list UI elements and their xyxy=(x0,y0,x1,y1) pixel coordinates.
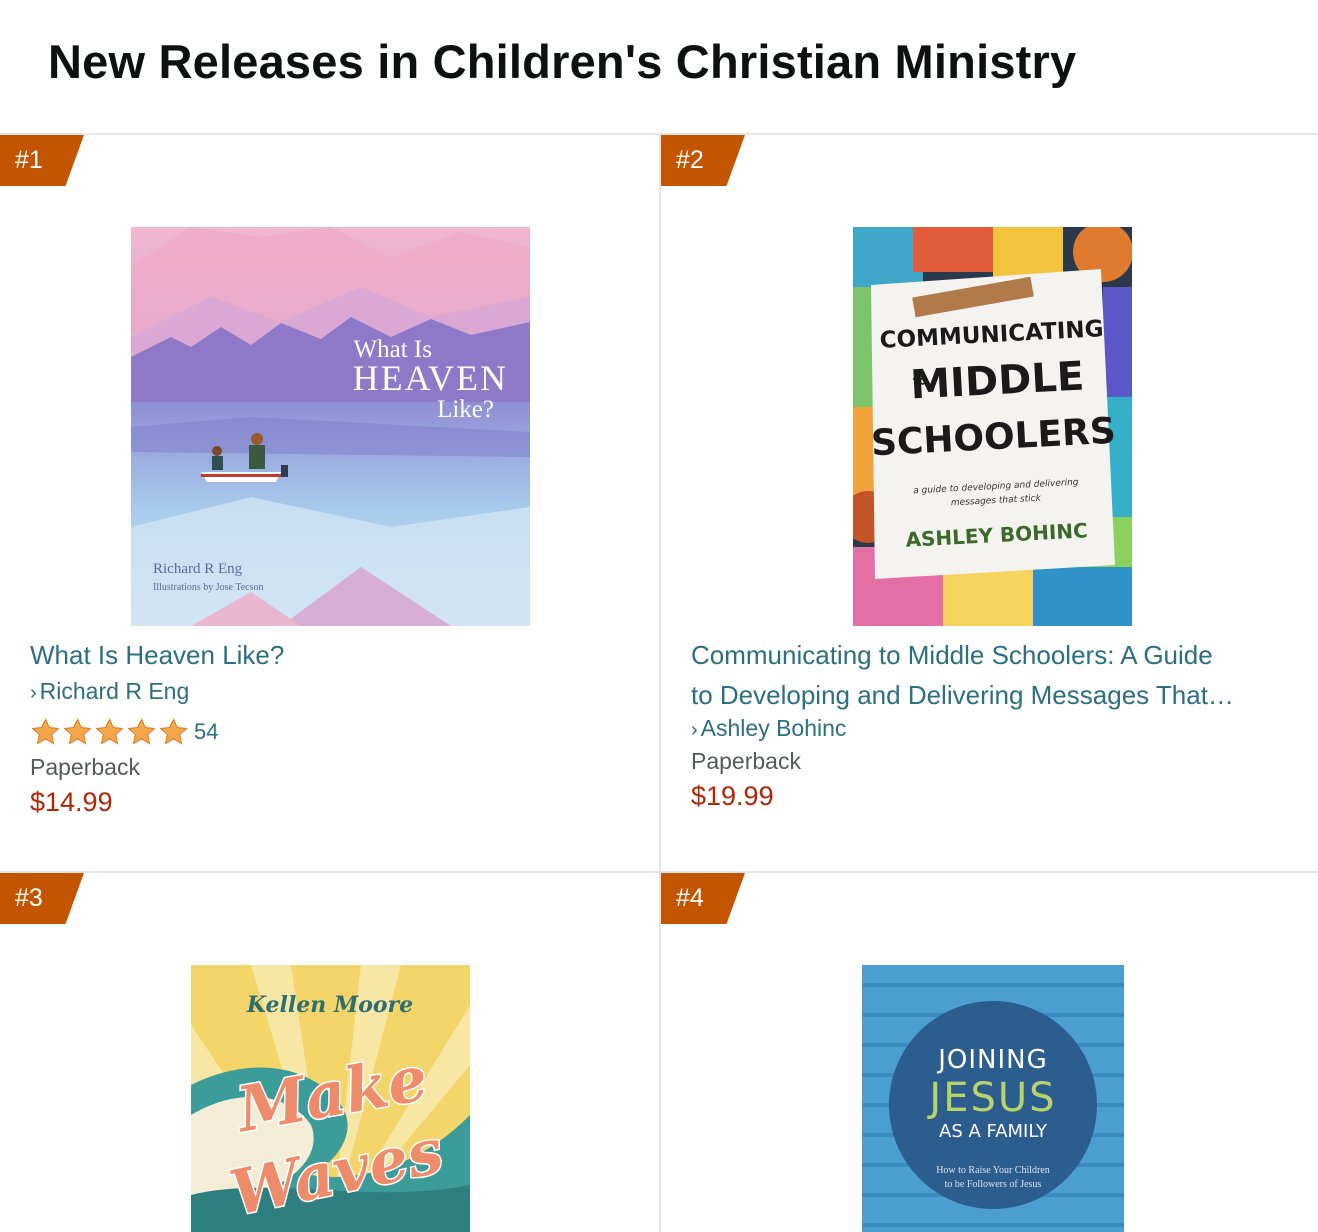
rank-badge: #2 xyxy=(661,135,745,186)
star-rating xyxy=(30,717,189,747)
book-cover-image[interactable]: What Is HEAVEN Like? Richard R Eng Illus… xyxy=(131,227,530,626)
star-icon xyxy=(127,718,156,745)
product-title-line1: Communicating to Middle Schoolers: A Gui… xyxy=(691,640,1213,670)
rank-badge: #1 xyxy=(0,135,84,186)
page-title: New Releases in Children's Christian Min… xyxy=(48,35,1077,88)
product-card-1: #1 What Is HEAVEN Like? Richard R Eng Il… xyxy=(0,135,659,871)
cover-title-line2: JESUS xyxy=(926,1075,1056,1121)
product-title-link[interactable]: What Is Heaven Like? xyxy=(30,635,284,675)
product-card-3: #3 Kellen Moore Make Waves xyxy=(0,873,659,1232)
book-cover-image[interactable]: COMMUNICATING to MIDDLE SCHOOLERS a guid… xyxy=(853,227,1132,626)
star-icon xyxy=(31,718,60,745)
book-cover-image[interactable]: Kellen Moore Make Waves xyxy=(191,965,470,1232)
cover-subtitle-line1: How to Raise Your Children xyxy=(936,1165,1050,1176)
cover-title-line3: AS A FAMILY xyxy=(939,1121,1048,1142)
star-icon xyxy=(63,718,92,745)
cover-illustrator: Illustrations by Jose Tecson xyxy=(153,582,264,593)
book-cover-image[interactable]: JOINING JESUS AS A FAMILY How to Raise Y… xyxy=(862,965,1124,1232)
cover-author: Richard R Eng xyxy=(153,561,243,577)
product-title-link[interactable]: Communicating to Middle Schoolers: A Gui… xyxy=(691,635,1234,715)
product-card-2: #2 COMMUNICATING to MIDDLE SCHOOLERS a g… xyxy=(661,135,1318,871)
cover-art-joining-jesus-as-a-family: JOINING JESUS AS A FAMILY How to Raise Y… xyxy=(862,965,1124,1232)
format-label: Paperback xyxy=(30,754,140,780)
price: $19.99 xyxy=(691,781,774,811)
author-name: Ashley Bohinc xyxy=(700,715,847,741)
cover-title-line3: Like? xyxy=(437,396,494,423)
product-card-4: #4 JOINING JESUS AS A FAMILY How to Rais… xyxy=(661,873,1318,1232)
chevron-right-icon: › xyxy=(691,719,698,741)
price: $14.99 xyxy=(30,787,113,817)
chevron-right-icon: › xyxy=(30,682,37,704)
cover-title-line1: JOINING xyxy=(936,1045,1048,1075)
rating-row[interactable]: 54 xyxy=(30,716,218,748)
star-icon xyxy=(159,718,188,745)
author-name: Richard R Eng xyxy=(39,678,190,704)
cover-subtitle-line2: to be Followers of Jesus xyxy=(945,1179,1042,1190)
rank-badge: #3 xyxy=(0,873,84,924)
rating-count[interactable]: 54 xyxy=(194,719,218,745)
author-link[interactable]: › Ashley Bohinc xyxy=(691,715,846,742)
format-label: Paperback xyxy=(691,748,801,774)
star-icon xyxy=(95,718,124,745)
cover-art-communicating-to-middle-schoolers: COMMUNICATING to MIDDLE SCHOOLERS a guid… xyxy=(853,227,1132,626)
cover-art-make-waves: Kellen Moore Make Waves xyxy=(191,965,470,1232)
rank-badge: #4 xyxy=(661,873,745,924)
product-title-line2: to Developing and Delivering Messages Th… xyxy=(691,680,1234,710)
cover-author: Kellen Moore xyxy=(246,992,413,1018)
author-link[interactable]: › Richard R Eng xyxy=(30,678,189,705)
cover-art-what-is-heaven-like: What Is HEAVEN Like? Richard R Eng Illus… xyxy=(131,227,530,626)
cover-title-line2: HEAVEN xyxy=(353,358,508,398)
cover-title-line2: MIDDLE xyxy=(909,353,1085,408)
